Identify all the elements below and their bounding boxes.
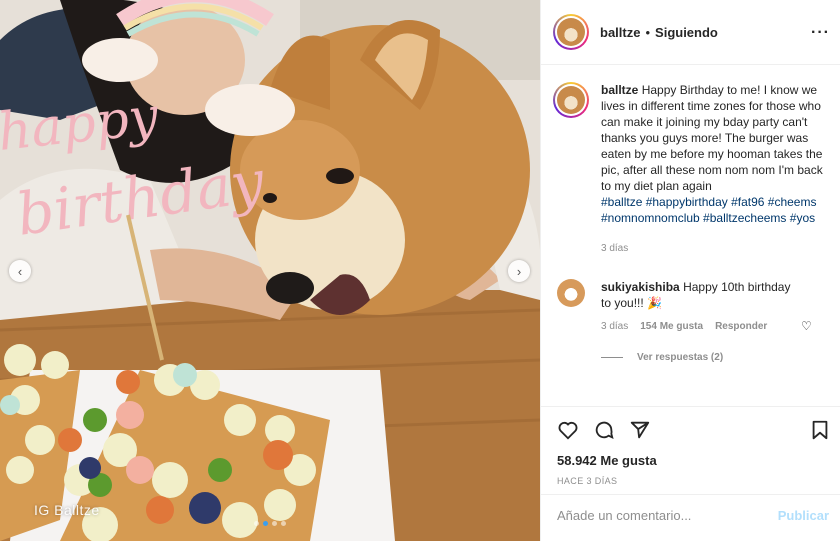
share-paper-plane-icon[interactable]	[627, 417, 653, 443]
author-username[interactable]: balltze	[600, 25, 640, 40]
post-timestamp: HACE 3 DÍAS	[557, 476, 618, 486]
carousel-dots	[254, 521, 286, 526]
post-header: balltze • Siguiendo ···	[541, 0, 840, 65]
post-modal: happy birthday ‹ › IG Balltze balltze • …	[0, 0, 840, 541]
caption-username[interactable]: balltze	[601, 83, 638, 97]
likes-count[interactable]: 58.942 Me gusta	[541, 453, 840, 468]
comment-time: 3 días	[601, 321, 629, 332]
post-side-panel: balltze • Siguiendo ··· balltze Happy Bi…	[540, 0, 840, 541]
like-heart-icon[interactable]	[555, 417, 581, 443]
caption-text: Happy Birthday to me! I know we lives in…	[601, 83, 823, 193]
post-actions: 58.942 Me gusta HACE 3 DÍAS Publicar	[541, 406, 840, 535]
caption-avatar[interactable]	[553, 82, 589, 118]
dog-birthday-photo: happy birthday	[0, 0, 540, 541]
view-replies-button[interactable]: Ver respuestas (2)	[601, 352, 829, 363]
author-avatar[interactable]	[553, 14, 589, 50]
comment-input[interactable]	[557, 508, 767, 523]
previous-image-button[interactable]: ‹	[9, 260, 31, 282]
chevron-left-icon: ‹	[17, 263, 23, 279]
comment-avatar[interactable]	[557, 279, 585, 307]
caption-text-block: balltze Happy Birthday to me! I know we …	[601, 82, 829, 257]
next-image-button[interactable]: ›	[508, 260, 530, 282]
caption-hashtags[interactable]: #balltze #happybirthday #fat96 #cheems #…	[601, 195, 816, 225]
avatar-image	[557, 86, 585, 114]
comment-text-block: sukiyakishiba Happy 10th birthday to you…	[601, 279, 791, 311]
post-photo[interactable]: happy birthday ‹ › IG Balltze	[0, 0, 540, 541]
add-comment-bar: Publicar	[541, 494, 840, 536]
replies-divider	[601, 357, 623, 358]
comment-likes[interactable]: 154 Me gusta	[640, 321, 703, 332]
reply-button[interactable]: Responder	[715, 321, 767, 332]
comment-meta: 3 días 154 Me gusta Responder	[601, 321, 829, 332]
view-replies-label: Ver respuestas (2)	[637, 352, 724, 363]
chevron-right-icon: ›	[516, 263, 522, 279]
carousel-dot	[254, 521, 259, 526]
comment-username[interactable]: sukiyakishiba	[601, 280, 680, 294]
carousel-dot	[281, 521, 286, 526]
separator-dot: •	[645, 24, 651, 40]
comments-area[interactable]: balltze Happy Birthday to me! I know we …	[541, 66, 840, 406]
avatar-image	[557, 18, 585, 46]
publish-button[interactable]: Publicar	[778, 508, 829, 523]
ellipsis-icon[interactable]: ···	[811, 24, 830, 42]
action-icons	[541, 407, 840, 443]
carousel-dot-active	[263, 521, 268, 526]
carousel-dot	[272, 521, 277, 526]
caption: balltze Happy Birthday to me! I know we …	[553, 82, 829, 257]
comment-like-heart-icon[interactable]: ♡	[801, 319, 812, 333]
caption-time: 3 días	[601, 243, 629, 254]
comment-item: sukiyakishiba Happy 10th birthday to you…	[553, 279, 829, 311]
following-status[interactable]: Siguiendo	[655, 25, 718, 40]
bookmark-save-icon[interactable]	[807, 417, 833, 443]
comment-bubble-icon[interactable]	[591, 417, 617, 443]
photo-watermark: IG Balltze	[34, 502, 100, 518]
